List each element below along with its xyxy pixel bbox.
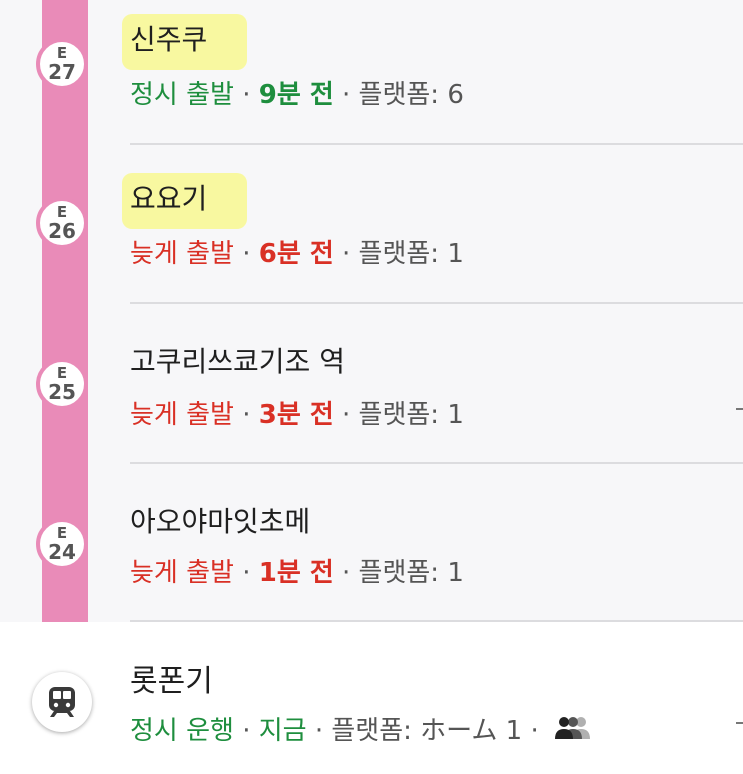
departure-status: 늦게 출발 xyxy=(130,400,234,430)
station-code-letter: E xyxy=(56,44,68,62)
departure-time: 1분 전 xyxy=(258,558,334,588)
station-status-line: 정시 출발 · 9분 전 · 플랫폼: 6 xyxy=(130,74,464,111)
station-code-number: 25 xyxy=(48,380,76,404)
station-timeline: E 27 신주쿠 정시 출발 · 9분 전 · 플랫폼: 6 E 26 요요기 … xyxy=(0,0,743,774)
station-name: 신주쿠 xyxy=(122,14,248,70)
separator: · xyxy=(530,716,539,746)
station-code-letter: E xyxy=(56,364,68,382)
platform-info: 플랫폼: 1 xyxy=(358,239,464,269)
station-status-line: 늦게 출발 · 1분 전 · 플랫폼: 1 xyxy=(130,552,464,589)
separator: · xyxy=(242,400,251,430)
separator: · xyxy=(242,716,251,746)
station-name: 요요기 xyxy=(122,173,248,229)
separator: · xyxy=(314,716,324,746)
station-name: 고쿠리쓰쿄기조 역 xyxy=(130,345,345,378)
station-code-number: 24 xyxy=(48,540,76,564)
running-status: 정시 운행 xyxy=(130,716,234,746)
people-icon xyxy=(553,715,593,748)
chevron-right-icon xyxy=(736,722,743,724)
station-code-badge: E 25 xyxy=(36,358,88,410)
departure-time: 6분 전 xyxy=(258,239,334,269)
station-code-badge: E 27 xyxy=(36,38,88,90)
station-code-number: 26 xyxy=(48,219,76,243)
chevron-right-icon xyxy=(736,408,743,410)
platform-info: 플랫폼: 6 xyxy=(358,80,464,110)
station-code-badge: E 24 xyxy=(36,518,88,570)
departure-status: 늦게 출발 xyxy=(130,239,234,269)
station-row[interactable]: E 27 신주쿠 정시 출발 · 9분 전 · 플랫폼: 6 xyxy=(0,0,743,160)
current-station-row[interactable]: 롯폰기 정시 운행 · 지금 · 플랫폼: ホーム 1 · xyxy=(0,622,743,774)
arrival-time: 지금 xyxy=(258,716,307,746)
station-code-badge: E 26 xyxy=(36,197,88,249)
departure-time: 3분 전 xyxy=(258,400,334,430)
departure-status: 늦게 출발 xyxy=(130,558,234,588)
platform-info: 플랫폼: ホーム 1 xyxy=(331,716,523,746)
platform-info: 플랫폼: 1 xyxy=(358,400,464,430)
separator: · xyxy=(242,80,251,110)
station-row[interactable]: E 26 요요기 늦게 출발 · 6분 전 · 플랫폼: 1 xyxy=(0,145,743,305)
separator: · xyxy=(342,558,351,588)
station-code-letter: E xyxy=(56,203,68,221)
station-row[interactable]: E 24 아오야마잇초메 늦게 출발 · 1분 전 · 플랫폼: 1 xyxy=(0,464,743,624)
station-row[interactable]: E 25 고쿠리쓰쿄기조 역 늦게 출발 · 3분 전 · 플랫폼: 1 xyxy=(0,304,743,464)
separator: · xyxy=(342,80,351,110)
station-name: 롯폰기 xyxy=(130,664,213,699)
separator: · xyxy=(242,558,251,588)
platform-info: 플랫폼: 1 xyxy=(358,558,464,588)
train-icon xyxy=(32,672,92,732)
separator: · xyxy=(342,400,351,430)
station-code-number: 27 xyxy=(48,60,76,84)
departure-status: 정시 출발 xyxy=(130,80,234,110)
station-name: 아오야마잇초메 xyxy=(130,505,311,538)
station-status-line: 정시 운행 · 지금 · 플랫폼: ホーム 1 · xyxy=(130,710,593,748)
station-status-line: 늦게 출발 · 6분 전 · 플랫폼: 1 xyxy=(130,233,464,270)
station-status-line: 늦게 출발 · 3분 전 · 플랫폼: 1 xyxy=(130,394,464,431)
departure-time: 9분 전 xyxy=(258,80,334,110)
station-code-letter: E xyxy=(56,524,68,542)
separator: · xyxy=(242,239,251,269)
separator: · xyxy=(342,239,351,269)
